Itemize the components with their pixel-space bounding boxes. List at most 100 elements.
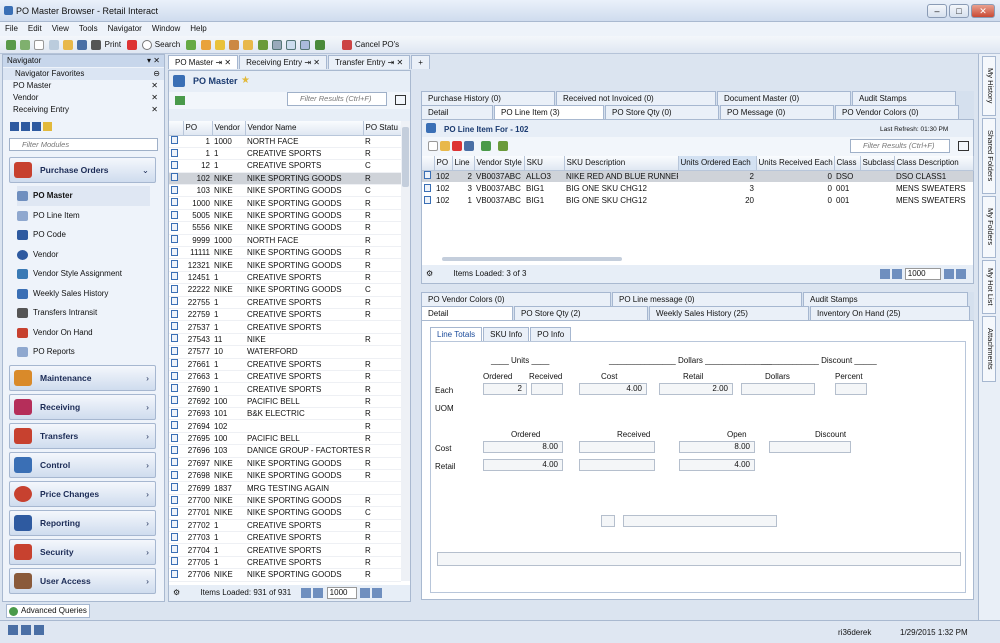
table-row[interactable]: 27543 11 NIKE R: [169, 333, 401, 347]
table-row[interactable]: 5005 NIKE NIKE SPORTING GOODS R: [169, 209, 401, 223]
refresh-icon[interactable]: [175, 96, 185, 105]
chevron-right-icon[interactable]: ›: [146, 453, 149, 477]
table-row[interactable]: 27699 1837 MRG TESTING AGAIN: [169, 481, 401, 495]
tab-detail-bottom[interactable]: Detail: [421, 306, 513, 320]
table-row[interactable]: 102 2 VB0037ABC ALLO3 NIKE RED AND BLUE RUNN…: [422, 170, 973, 183]
copy-icon[interactable]: [48, 40, 59, 50]
print-button[interactable]: Print: [105, 36, 121, 54]
table-row[interactable]: 12451 1 CREATIVE SPORTS R: [169, 271, 401, 285]
status-icon-2[interactable]: [21, 625, 31, 635]
tool-icon-5[interactable]: [243, 40, 254, 50]
sidebar-tab-shared-folders[interactable]: Shared Folders: [982, 118, 996, 194]
favorite-receiving-entry[interactable]: Receiving Entry ✕: [3, 104, 164, 116]
previous-page-icon[interactable]: [891, 268, 902, 279]
scrollbar-thumb[interactable]: [402, 127, 409, 187]
section-reporting[interactable]: Reporting ›: [9, 509, 156, 536]
minimize-icon[interactable]: –: [927, 4, 947, 18]
table-row[interactable]: 22759 1 CREATIVE SPORTS R: [169, 308, 401, 322]
table-row[interactable]: 27693 101 B&K ELECTRIC R: [169, 407, 401, 421]
column-header-units-ordered[interactable]: Units Ordered Each: [678, 156, 757, 171]
table-row[interactable]: 5556 NIKE NIKE SPORTING GOODS R: [169, 221, 401, 235]
section-control[interactable]: Control ›: [9, 451, 156, 478]
vertical-scrollbar[interactable]: [401, 121, 410, 581]
columns-icon[interactable]: [958, 141, 969, 151]
column-header-sku-description[interactable]: SKU Description: [564, 156, 679, 171]
section-price-changes[interactable]: Price Changes ›: [9, 480, 156, 507]
column-header-class-description[interactable]: Class Description: [894, 156, 974, 171]
column-header-sku[interactable]: SKU: [524, 156, 565, 171]
favorite-vendor[interactable]: Vendor ✕: [3, 92, 164, 104]
sidebar-tab-my-hot-list[interactable]: My Hot List: [982, 260, 996, 314]
table-row[interactable]: 27690 1 CREATIVE SPORTS R: [169, 382, 401, 396]
menu-window[interactable]: Window: [147, 22, 185, 36]
nav-po-line-item[interactable]: PO Line Item: [17, 206, 164, 226]
cancel-po-button[interactable]: Cancel PO's: [355, 36, 399, 54]
table-row[interactable]: 27663 1 CREATIVE SPORTS R: [169, 370, 401, 384]
subtab-sku-info[interactable]: SKU Info: [483, 327, 530, 341]
each-received-field[interactable]: [531, 383, 563, 395]
next-page-icon[interactable]: [359, 587, 370, 598]
each-cost-field[interactable]: 4.00: [579, 383, 647, 395]
forward-icon[interactable]: [20, 40, 31, 50]
favorite-star-icon[interactable]: ★: [241, 75, 250, 86]
new-icon[interactable]: [34, 40, 45, 50]
cancel-po-icon[interactable]: [341, 40, 352, 50]
subtab-po-info[interactable]: PO Info: [530, 327, 572, 341]
columns-icon[interactable]: [395, 95, 406, 105]
large-icons-icon[interactable]: [10, 122, 19, 131]
chevron-right-icon[interactable]: ›: [146, 540, 149, 564]
new-tab-button[interactable]: +: [411, 55, 430, 69]
section-receiving[interactable]: Receiving ›: [9, 393, 156, 420]
table-row[interactable]: 27706 NIKE NIKE SPORTING GOODS R: [169, 568, 401, 582]
cost-open-field[interactable]: 8.00: [679, 441, 755, 453]
table-row[interactable]: 27701 NIKE NIKE SPORTING GOODS C: [169, 506, 401, 520]
menu-edit[interactable]: Edit: [23, 22, 47, 36]
chevron-down-icon[interactable]: ⌄: [142, 158, 149, 182]
table-row[interactable]: 27692 100 PACIFIC BELL R: [169, 395, 401, 409]
close-icon[interactable]: ✕: [971, 4, 995, 18]
tab-po-line-message[interactable]: PO Line message (0): [612, 292, 802, 306]
chevron-right-icon[interactable]: ›: [146, 511, 149, 535]
section-user-access[interactable]: User Access ›: [9, 567, 156, 594]
menu-help[interactable]: Help: [185, 22, 211, 36]
tool-icon-1[interactable]: [186, 40, 197, 50]
each-discount-percent-field[interactable]: [835, 383, 867, 395]
table-row[interactable]: 1000 NIKE NIKE SPORTING GOODS R: [169, 196, 401, 210]
retail-ordered-field[interactable]: 4.00: [483, 459, 563, 471]
table-row[interactable]: 102 3 VB0037ABC BIG1 BIG ONE SKU CHG12 3 0 001 M…: [422, 182, 973, 194]
nav-weekly-sales-history[interactable]: Weekly Sales History: [17, 284, 164, 304]
menu-file[interactable]: File: [0, 22, 23, 36]
table-row[interactable]: 103 NIKE NIKE SPORTING GOODS C: [169, 184, 401, 198]
nav-vendor[interactable]: Vendor: [17, 245, 164, 265]
tab-po-message[interactable]: PO Message (0): [720, 105, 834, 119]
nav-po-code[interactable]: PO Code: [17, 225, 164, 245]
remove-favorite-icon[interactable]: ✕: [151, 80, 158, 92]
details-icon[interactable]: [43, 122, 52, 131]
open-folder-icon[interactable]: [62, 40, 73, 50]
column-header-class[interactable]: Class: [834, 156, 861, 171]
export-icon[interactable]: [498, 141, 508, 151]
table-row[interactable]: 27537 1 CREATIVE SPORTS: [169, 320, 401, 334]
tool-icon-4[interactable]: [229, 40, 240, 50]
each-retail-field[interactable]: 2.00: [659, 383, 733, 395]
nav-po-master[interactable]: PO Master: [17, 186, 150, 206]
tab-weekly-sales-history[interactable]: Weekly Sales History (25): [649, 306, 809, 320]
save-line-icon[interactable]: [464, 141, 474, 151]
first-page-icon[interactable]: [301, 587, 312, 598]
settings-gear-icon[interactable]: ⚙: [426, 269, 433, 278]
print-icon[interactable]: [91, 40, 102, 50]
tool-icon-2[interactable]: [200, 40, 211, 50]
tab-po-vendor-colors[interactable]: PO Vendor Colors (0): [835, 105, 959, 119]
table-row[interactable]: 27577 10 WATERFORD: [169, 345, 401, 359]
horizontal-scrollbar[interactable]: [442, 257, 622, 261]
column-header-po[interactable]: PO: [434, 156, 453, 171]
tool-icon-3[interactable]: [214, 40, 225, 50]
last-page-icon[interactable]: [371, 587, 382, 598]
previous-page-icon[interactable]: [313, 587, 324, 598]
tool-icon-6[interactable]: [257, 40, 268, 50]
remove-favorite-icon[interactable]: ✕: [151, 104, 158, 116]
each-discount-dollars-field[interactable]: [741, 383, 815, 395]
collapse-icon[interactable]: ⊖: [153, 68, 160, 80]
menu-view[interactable]: View: [47, 22, 74, 36]
sidebar-tab-my-history[interactable]: My History: [982, 56, 996, 116]
